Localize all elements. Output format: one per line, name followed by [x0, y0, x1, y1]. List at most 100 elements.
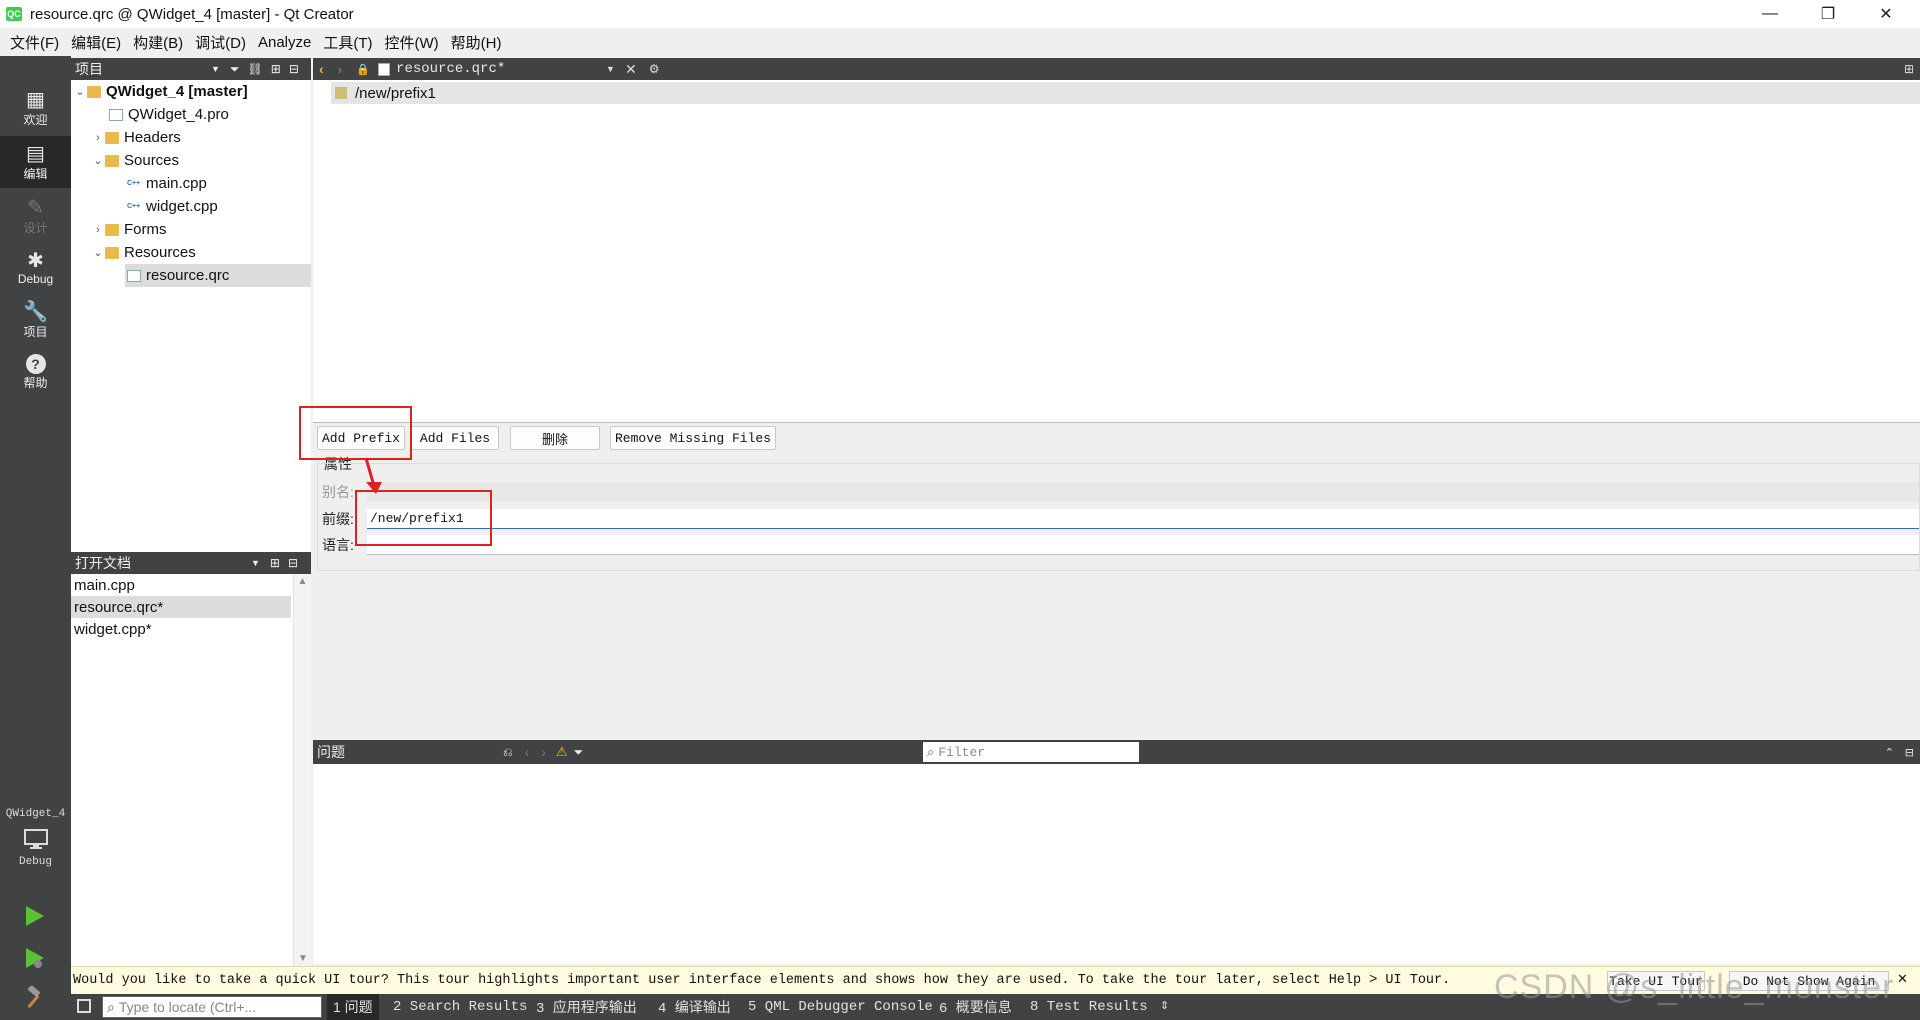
menu-build[interactable]: 构建(B) [127, 32, 189, 53]
kit-selector[interactable]: Debug [0, 828, 71, 884]
menu-help[interactable]: 帮助(H) [445, 32, 508, 53]
language-field[interactable] [367, 535, 1919, 555]
menu-file[interactable]: 文件(F) [4, 32, 65, 53]
open-documents-scrollbar[interactable]: ▲ ▼ [293, 574, 311, 966]
close-pane-icon[interactable]: ⊟ [288, 556, 298, 570]
split-icon[interactable]: ⊞ [271, 62, 281, 76]
project-tree: ⌄ QWidget_4 [master] QWidget_4.pro › Hea… [71, 80, 311, 552]
open-documents-list: main.cpp resource.qrc* widget.cpp* ▲ ▼ [71, 574, 311, 966]
expand-arrow-icon[interactable]: ⌄ [73, 85, 87, 98]
split-editor-icon[interactable]: ⊞ [1904, 62, 1914, 76]
tree-item-widget-cpp[interactable]: C++ widget.cpp [127, 195, 218, 218]
filter-icon[interactable]: ⏷ [230, 62, 240, 77]
filter-placeholder: Filter [938, 744, 986, 760]
tree-item-resources[interactable]: ⌄ Resources [91, 241, 195, 264]
open-doc-item[interactable]: main.cpp [71, 574, 291, 596]
scroll-up-icon[interactable]: ▲ [294, 576, 311, 587]
mode-projects[interactable]: 🔧 项目 [0, 294, 71, 346]
properties-group: 属性 别名: 前缀: /new/prefix1 语言: [313, 454, 1920, 738]
close-pane-icon[interactable]: ⊟ [289, 62, 299, 76]
menu-analyze[interactable]: Analyze [252, 34, 317, 51]
close-document-icon[interactable]: ✕ [625, 61, 637, 78]
output-tab-general-messages[interactable]: 6 概要信息 [939, 994, 1012, 1020]
mode-welcome[interactable]: ▦ 欢迎 [0, 82, 71, 134]
tree-item-pro-file[interactable]: QWidget_4.pro [109, 103, 229, 126]
prefix-label: 前缀: [322, 511, 354, 527]
more-tabs-icon[interactable]: ⇕ [1160, 999, 1169, 1012]
output-tab-issues[interactable]: 1 问题 [327, 994, 379, 1020]
close-panel-icon[interactable]: ⊟ [1905, 746, 1914, 759]
add-files-button[interactable]: Add Files [411, 426, 499, 450]
collapsed-arrow-icon[interactable]: › [91, 132, 105, 144]
qrc-file-icon [127, 269, 141, 282]
back-arrow-icon[interactable]: ‹ [319, 61, 324, 77]
restore-button[interactable]: ❐ [1800, 0, 1856, 28]
output-tab-search-results[interactable]: 2 Search Results [393, 994, 527, 1020]
menu-edit[interactable]: 编辑(E) [65, 32, 127, 53]
next-item-icon[interactable]: › [541, 744, 546, 760]
warning-icon[interactable]: ⚠ [556, 744, 568, 760]
view-dropdown-icon[interactable]: ▼ [211, 64, 220, 74]
window-title: resource.qrc @ QWidget_4 [master] - Qt C… [30, 5, 354, 23]
menu-widgets[interactable]: 控件(W) [379, 32, 445, 53]
mode-design[interactable]: ✎ 设计 [0, 190, 71, 242]
output-tab-compile-output[interactable]: 4 编译输出 [658, 994, 731, 1020]
mode-help[interactable]: ? 帮助 [0, 346, 71, 398]
menu-bar: 文件(F) 编辑(E) 构建(B) 调试(D) Analyze 工具(T) 控件… [0, 28, 1920, 56]
delete-button[interactable]: 删除 [510, 426, 600, 450]
expand-arrow-icon[interactable]: ⌄ [91, 246, 105, 259]
mode-debug-label: Debug [17, 272, 54, 286]
qt-creator-logo-icon: QC [6, 7, 22, 21]
maximize-panel-icon[interactable]: ⌃ [1885, 746, 1894, 759]
menu-tools[interactable]: 工具(T) [317, 32, 378, 53]
issues-title: 问题 [317, 744, 345, 760]
locator-placeholder: Type to locate (Ctrl+... [118, 999, 257, 1015]
menu-debug[interactable]: 调试(D) [189, 32, 252, 53]
locator-input[interactable]: ⌕ Type to locate (Ctrl+... [102, 996, 322, 1018]
clean-icon[interactable]: ⎌ [503, 745, 513, 760]
debug-run-button[interactable] [22, 946, 46, 974]
file-dropdown-icon[interactable]: ▼ [606, 64, 615, 74]
outline-icon[interactable]: ⚙ [649, 62, 660, 76]
output-tab-test-results[interactable]: 8 Test Results [1030, 994, 1148, 1020]
forward-arrow-icon[interactable]: › [338, 61, 343, 77]
close-button[interactable]: ✕ [1858, 0, 1914, 28]
issues-filter-input[interactable]: ⌕ Filter [923, 742, 1139, 762]
collapsed-arrow-icon[interactable]: › [91, 224, 105, 236]
open-doc-item[interactable]: widget.cpp* [71, 618, 291, 640]
expand-arrow-icon[interactable]: ⌄ [91, 154, 105, 167]
close-infobar-icon[interactable]: ✕ [1897, 971, 1908, 987]
build-button[interactable] [22, 984, 46, 1014]
previous-item-icon[interactable]: ‹ [525, 744, 530, 760]
tree-item-headers[interactable]: › Headers [91, 126, 181, 149]
language-label: 语言: [322, 537, 354, 553]
tree-item-sources[interactable]: ⌄ Sources [91, 149, 179, 172]
scroll-down-icon[interactable]: ▼ [294, 953, 312, 964]
view-dropdown-icon[interactable]: ▼ [251, 558, 260, 568]
cpp-file-icon: C++ [127, 203, 141, 210]
tree-item-resource-qrc[interactable]: resource.qrc [125, 264, 311, 287]
filter-icon[interactable]: ⏷ [574, 745, 584, 760]
split-icon[interactable]: ⊞ [270, 556, 280, 570]
link-icon[interactable]: ⛓ [248, 62, 263, 76]
folder-icon [105, 223, 119, 236]
run-button[interactable] [22, 904, 46, 932]
prefix-field[interactable]: /new/prefix1 [367, 509, 1919, 529]
remove-missing-files-button[interactable]: Remove Missing Files [610, 426, 776, 450]
toggle-sidebar-icon[interactable] [77, 999, 91, 1013]
prefix-tree-item[interactable]: /new/prefix1 [331, 82, 1920, 104]
output-tab-qml-debugger[interactable]: 5 QML Debugger Console [748, 994, 933, 1020]
open-doc-item[interactable]: resource.qrc* [71, 596, 291, 618]
alias-field[interactable] [367, 482, 1919, 502]
output-tab-application-output[interactable]: 3 应用程序输出 [536, 994, 637, 1020]
open-documents-header: 打开文档 ▼ ⊞ ⊟ [71, 552, 311, 574]
annotation-box-prefix-field [355, 490, 492, 546]
editor-file-tab[interactable]: resource.qrc* [396, 61, 606, 77]
mode-edit[interactable]: ▤ 编辑 [0, 136, 71, 188]
resource-editor-tree: /new/prefix1 [313, 80, 1920, 422]
tree-item-forms[interactable]: › Forms [91, 218, 166, 241]
tree-item-project-root[interactable]: ⌄ QWidget_4 [master] [73, 80, 247, 103]
mode-debug[interactable]: ✱ Debug [0, 242, 71, 294]
tree-item-main-cpp[interactable]: C++ main.cpp [127, 172, 207, 195]
minimize-button[interactable]: — [1742, 0, 1798, 28]
